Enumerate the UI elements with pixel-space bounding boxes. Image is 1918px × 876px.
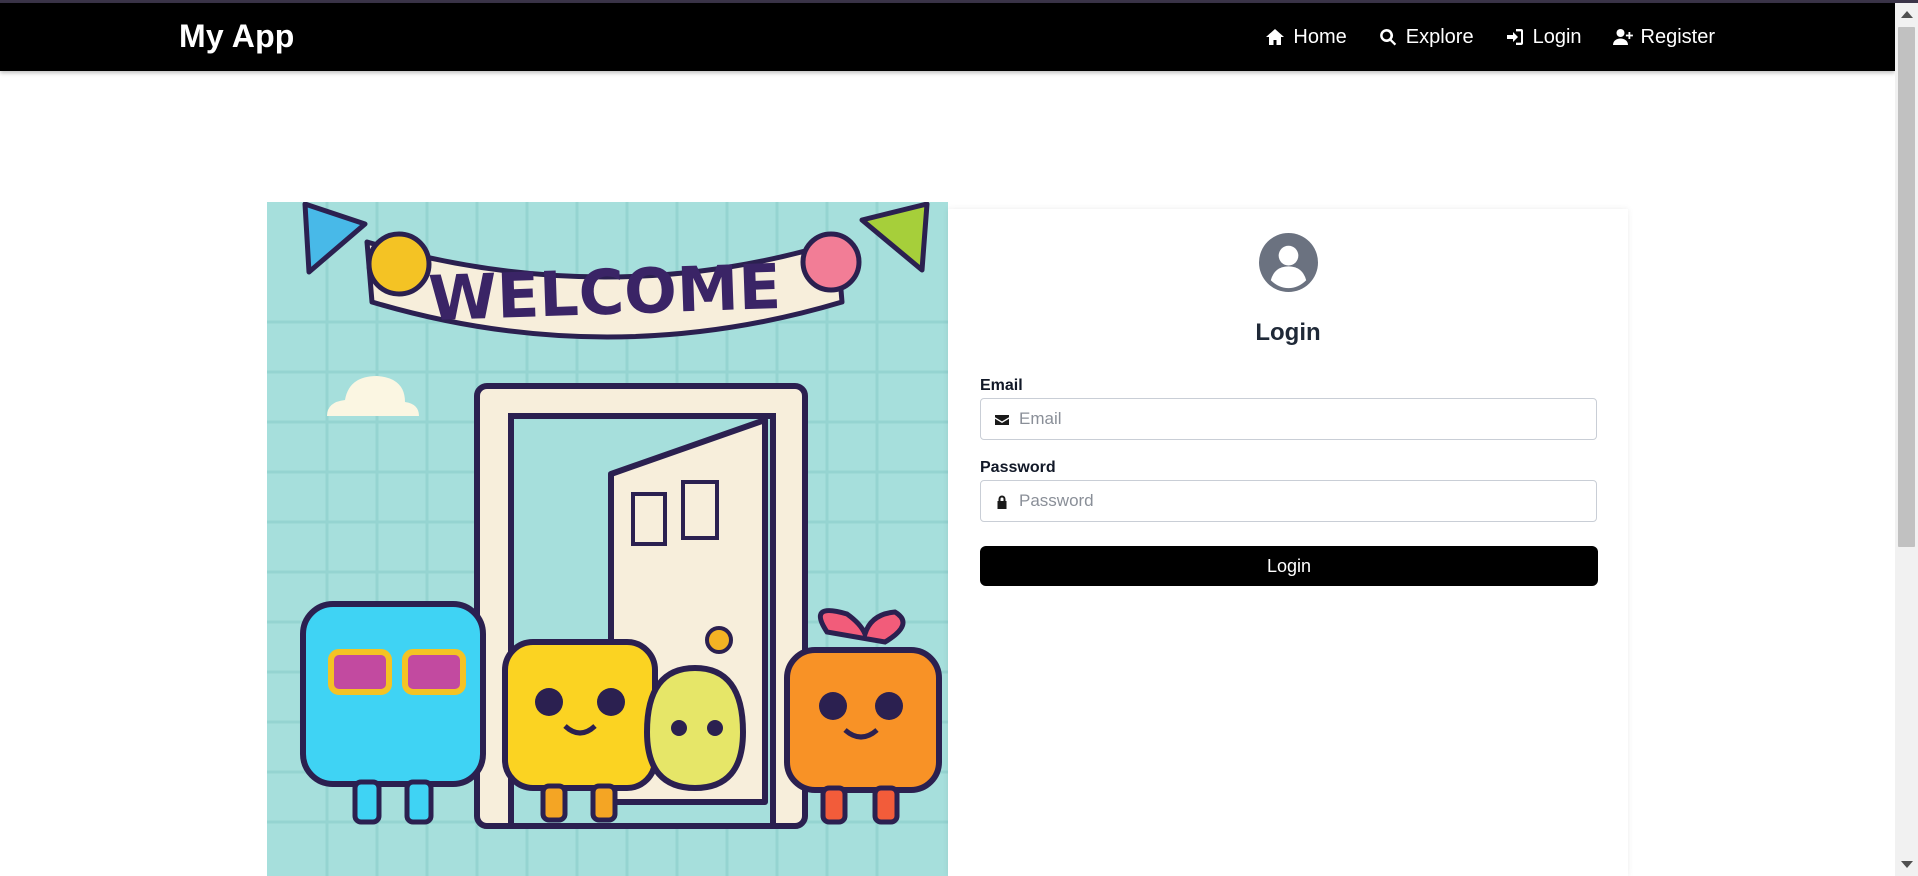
nav-login-label: Login (1532, 25, 1582, 48)
nav-explore-link[interactable]: Explore (1378, 26, 1474, 49)
user-plus-icon (1612, 29, 1633, 45)
page-scrollbar[interactable] (1895, 3, 1918, 876)
lock-icon (997, 495, 1007, 509)
email-input[interactable] (1019, 399, 1589, 439)
sign-in-icon (1506, 29, 1523, 45)
login-title: Login (1255, 319, 1321, 346)
nav-register-label: Register (1640, 25, 1715, 48)
scroll-down-arrow-icon[interactable] (1901, 861, 1913, 868)
welcome-banner-text: WELCOME (427, 250, 782, 335)
navbar: My App Home Explore Login Register (0, 3, 1895, 71)
password-label: Password (980, 459, 1056, 476)
brand-logo[interactable]: My App (179, 18, 295, 55)
envelope-icon (995, 415, 1009, 425)
welcome-illustration: WELCOME (267, 202, 948, 876)
nav-login-link[interactable]: Login (1505, 26, 1582, 49)
nav-home-link[interactable]: Home (1265, 25, 1347, 49)
nav-menu: Home Explore Login Register (1234, 3, 1715, 71)
home-icon (1266, 29, 1285, 45)
nav-explore-label: Explore (1405, 25, 1474, 48)
nav-register-link[interactable]: Register (1612, 25, 1715, 49)
email-label: Email (980, 377, 1023, 394)
scroll-up-arrow-icon[interactable] (1901, 11, 1913, 18)
login-submit-button[interactable]: Login (980, 546, 1598, 586)
user-avatar-icon (1259, 233, 1318, 292)
email-input-group[interactable] (980, 398, 1597, 440)
scrollbar-thumb[interactable] (1898, 27, 1915, 547)
password-input[interactable] (1019, 481, 1589, 521)
nav-home-label: Home (1293, 25, 1347, 48)
login-card: Login Email Password Login (948, 209, 1628, 876)
password-input-group[interactable] (980, 480, 1597, 522)
search-icon (1379, 29, 1396, 46)
